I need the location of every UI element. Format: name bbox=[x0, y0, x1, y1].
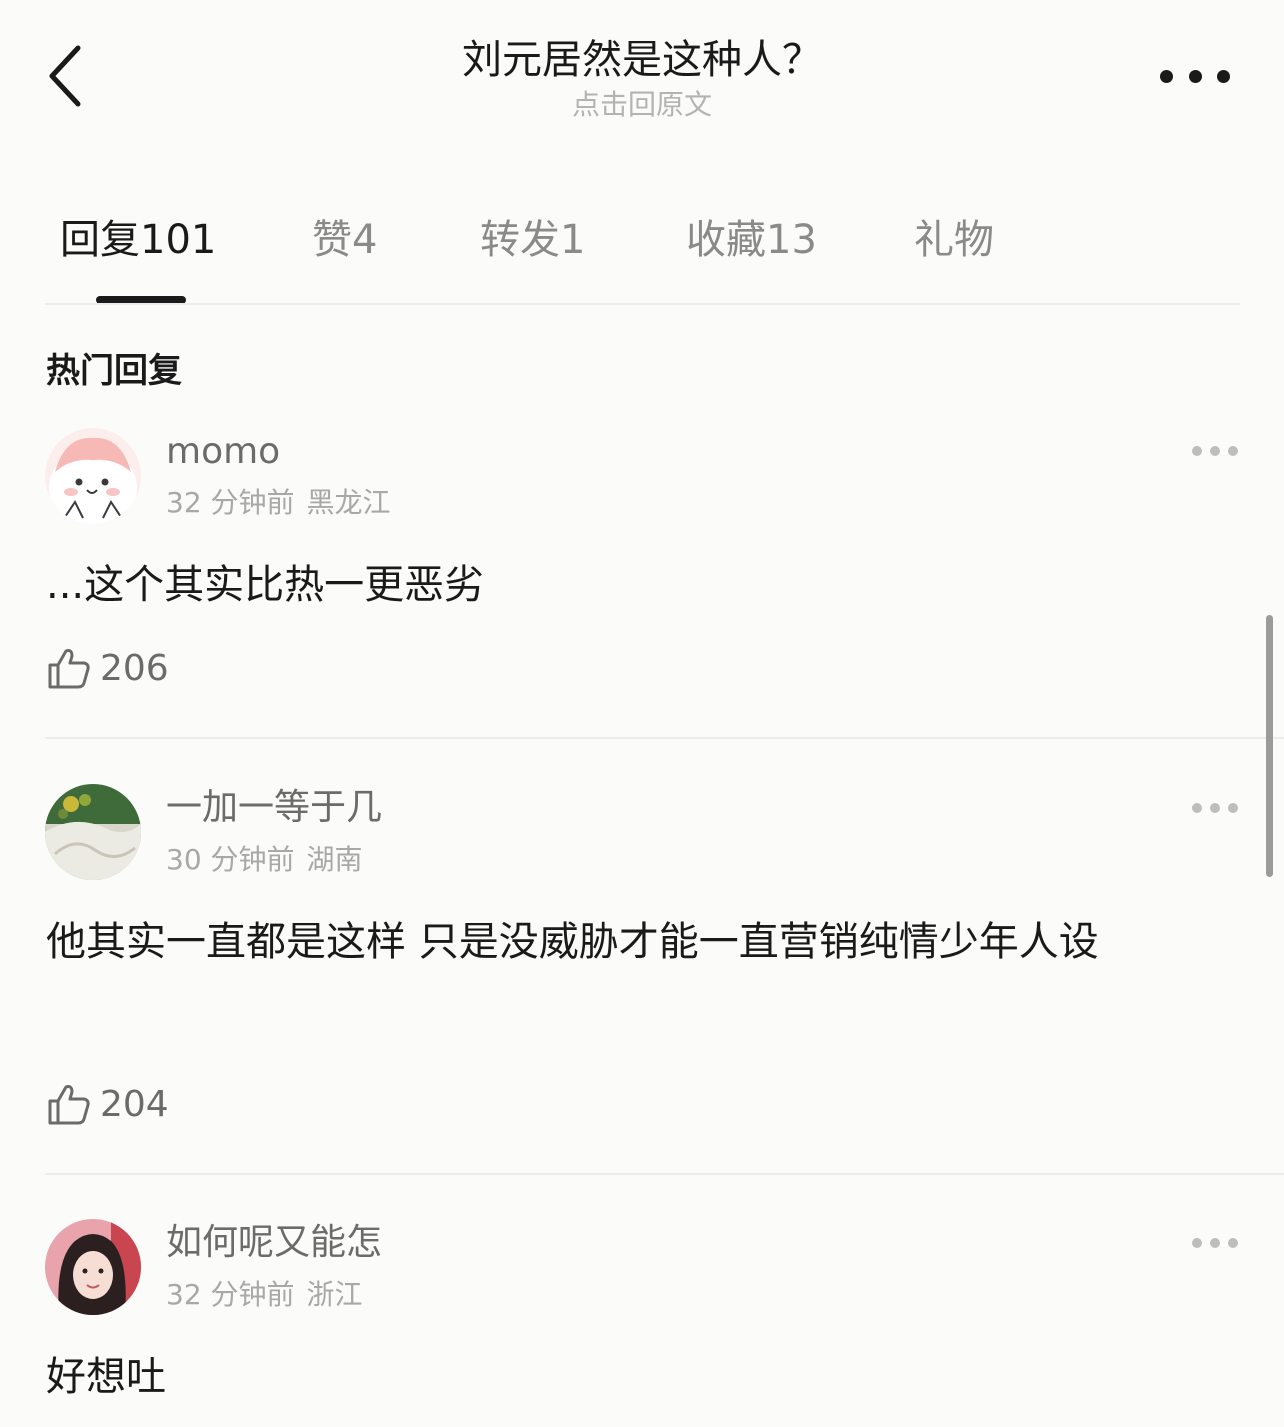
tab-label: 收藏 bbox=[686, 217, 766, 263]
tab-count: 1 bbox=[560, 217, 586, 263]
more-dot bbox=[1210, 803, 1220, 813]
more-dot bbox=[1228, 803, 1238, 813]
post-title: 刘元居然是这种人？ bbox=[462, 37, 822, 83]
tab-label: 赞 bbox=[312, 217, 352, 263]
comment-username[interactable]: 一加一等于几 bbox=[166, 786, 382, 830]
top-nav-bar: 刘元居然是这种人？ 点击回原文 bbox=[0, 0, 1284, 150]
tab-reposts[interactable]: 转发1 bbox=[480, 212, 585, 268]
comment-more-button[interactable] bbox=[1192, 443, 1238, 459]
tab-likes[interactable]: 赞4 bbox=[312, 212, 377, 268]
tab-label: 回复 bbox=[60, 217, 140, 263]
section-title-hot-replies: 热门回复 bbox=[46, 351, 182, 391]
avatar[interactable] bbox=[45, 428, 141, 524]
comment-time: 32 分钟前 bbox=[166, 1278, 295, 1311]
avatar[interactable] bbox=[45, 784, 141, 880]
like-count: 206 bbox=[100, 647, 169, 689]
comment-more-button[interactable] bbox=[1192, 800, 1238, 816]
comment-meta: 30 分钟前 湖南 bbox=[166, 842, 363, 878]
more-dot bbox=[1217, 69, 1230, 83]
comment-divider bbox=[45, 1173, 1284, 1175]
more-dot bbox=[1188, 69, 1202, 83]
more-horizontal-icon bbox=[1192, 446, 1202, 456]
tab-count: 13 bbox=[766, 217, 817, 263]
girl-photo-avatar bbox=[45, 1219, 141, 1315]
comment-more-button[interactable] bbox=[1192, 1235, 1238, 1251]
comment-text: 好想吐 bbox=[46, 1354, 166, 1400]
more-dot bbox=[1228, 1238, 1238, 1248]
thumbs-up-icon bbox=[48, 1085, 90, 1125]
comment-time: 32 分钟前 bbox=[166, 486, 295, 519]
comment-location: 黑龙江 bbox=[306, 486, 391, 519]
more-options-button[interactable] bbox=[1160, 62, 1230, 90]
comment-username[interactable]: 如何呢又能怎 bbox=[166, 1221, 382, 1265]
more-horizontal-icon bbox=[1160, 69, 1173, 83]
tab-label: 礼物 bbox=[914, 217, 994, 263]
more-dot bbox=[1228, 446, 1238, 456]
flowers-photo-avatar bbox=[45, 784, 141, 880]
tab-replies[interactable]: 回复101 bbox=[60, 212, 216, 268]
tabs-divider bbox=[45, 303, 1240, 305]
avatar[interactable] bbox=[45, 1219, 141, 1315]
tab-gifts[interactable]: 礼物 bbox=[914, 212, 994, 268]
like-button[interactable]: 206 bbox=[46, 643, 169, 693]
comment-username[interactable]: momo bbox=[166, 430, 280, 474]
tab-favorites[interactable]: 收藏13 bbox=[686, 212, 817, 268]
comment-meta: 32 分钟前 黑龙江 bbox=[166, 485, 391, 521]
more-dot bbox=[1210, 446, 1220, 456]
comment-meta: 32 分钟前 浙江 bbox=[166, 1277, 363, 1313]
comment-text: 他其实一直都是这样 只是没威胁才能一直营销纯情少年人设 bbox=[46, 919, 1099, 965]
comment-divider bbox=[45, 737, 1284, 739]
comment-location: 湖南 bbox=[306, 843, 363, 876]
more-horizontal-icon bbox=[1192, 1238, 1202, 1248]
cartoon-face-avatar bbox=[45, 428, 141, 524]
comment-location: 浙江 bbox=[306, 1278, 363, 1311]
scrollbar-thumb[interactable] bbox=[1266, 615, 1273, 877]
like-button[interactable]: 204 bbox=[46, 1079, 169, 1129]
more-horizontal-icon bbox=[1192, 803, 1202, 813]
more-dot bbox=[1210, 1238, 1220, 1248]
back-to-original-link[interactable]: 点击回原文 bbox=[0, 88, 1284, 122]
tab-bar: 回复101 赞4 转发1 收藏13 礼物 bbox=[0, 200, 1284, 280]
tab-count: 4 bbox=[352, 217, 378, 263]
comment-time: 30 分钟前 bbox=[166, 843, 295, 876]
tab-label: 转发 bbox=[480, 217, 560, 263]
like-count: 204 bbox=[100, 1083, 169, 1125]
tab-count: 101 bbox=[140, 217, 217, 263]
comment-text: ...这个其实比热一更恶劣 bbox=[46, 562, 485, 608]
thumbs-up-icon bbox=[48, 649, 90, 689]
